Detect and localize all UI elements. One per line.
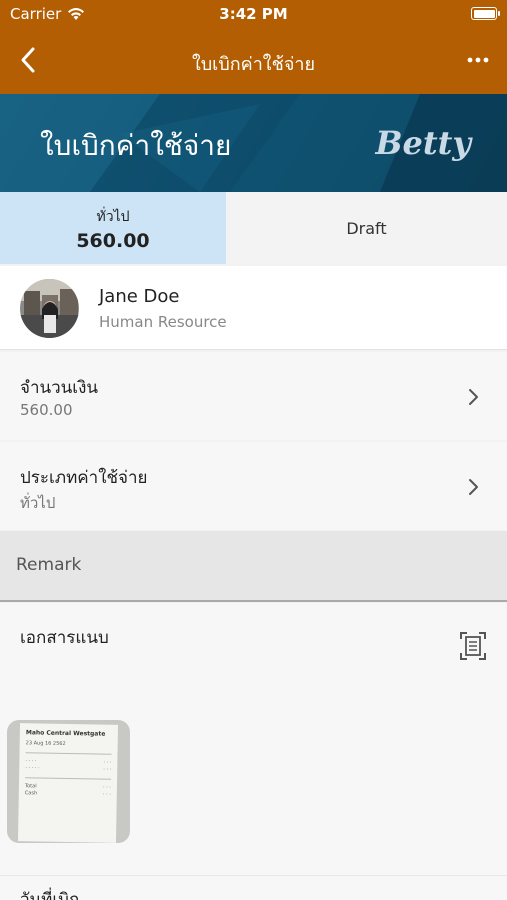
tab-general-label: ทั่วไป [96, 209, 130, 225]
user-card: Jane Doe Human Resource [0, 266, 507, 350]
expense-type-row[interactable]: ประเภทค่าใช้จ่าย ทั่วไป [0, 442, 507, 530]
header-banner: ใบเบิกค่าใช้จ่าย Betty [0, 94, 507, 192]
attachments-section: เอกสารแนบ Maho Central Westgate 23 Aug 1… [0, 603, 507, 875]
amount-row[interactable]: จำนวนเงิน 560.00 [0, 352, 507, 440]
chevron-right-icon [469, 479, 478, 495]
more-icon[interactable] [463, 48, 493, 72]
status-tabs: ทั่วไป 560.00 Draft [0, 192, 507, 264]
expense-type-label: ประเภทค่าใช้จ่าย [20, 468, 148, 488]
user-name: Jane Doe [99, 286, 180, 307]
remark-placeholder: Remark [16, 555, 82, 575]
nav-bar: ใบเบิกค่าใช้จ่าย [0, 28, 507, 94]
request-date-row[interactable]: วันที่เบิก [0, 875, 507, 900]
tab-draft-label: Draft [346, 218, 387, 238]
amount-label: จำนวนเงิน [20, 378, 99, 398]
chevron-right-icon [469, 389, 478, 405]
avatar [20, 279, 79, 338]
banner-heading: ใบเบิกค่าใช้จ่าย [40, 129, 232, 162]
receipt-date: 23 Aug 16 2562 [25, 740, 66, 747]
request-date-label: วันที่เบิก [20, 890, 80, 900]
brand-logo: Betty [375, 124, 471, 162]
nav-title: ใบเบิกค่าใช้จ่าย [191, 54, 316, 75]
expense-type-value: ทั่วไป [20, 494, 56, 512]
receipt-store: Maho Central Westgate [25, 729, 106, 738]
scan-document-icon[interactable] [459, 631, 487, 661]
amount-value: 560.00 [20, 401, 73, 419]
status-time: 3:42 PM [219, 5, 288, 23]
status-bar: Carrier 3:42 PM [0, 0, 507, 28]
user-department: Human Resource [99, 313, 227, 331]
tab-draft[interactable]: Draft [226, 192, 507, 264]
attachments-label: เอกสารแนบ [20, 628, 109, 648]
receipt-thumbnail[interactable]: Maho Central Westgate 23 Aug 16 2562 · ·… [7, 720, 130, 843]
remark-field[interactable]: Remark [0, 531, 507, 602]
receipt-cash-label: Cash [24, 790, 38, 797]
tab-general-amount: 560.00 [76, 230, 150, 252]
tab-general[interactable]: ทั่วไป 560.00 [0, 192, 226, 264]
battery-icon [471, 7, 500, 20]
receipt-image: Maho Central Westgate 23 Aug 16 2562 · ·… [17, 723, 119, 843]
